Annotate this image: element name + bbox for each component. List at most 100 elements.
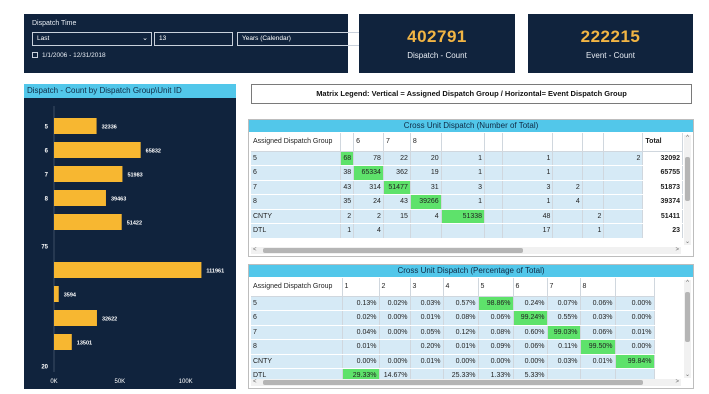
data-label: 32336: [102, 125, 117, 131]
filter-title: Dispatch Time: [32, 20, 77, 27]
column-header-cell[interactable]: [552, 133, 583, 152]
row-label-cell: CNTY: [251, 209, 342, 224]
scroll-down-icon[interactable]: ⌄: [684, 372, 691, 378]
row-header-cell[interactable]: Assigned Dispatch Group: [251, 133, 342, 152]
period-unit-select[interactable]: Years (Calendar) ⌄: [237, 32, 365, 46]
table-cell: 2: [353, 209, 384, 224]
table-cell: 0.60%: [513, 325, 548, 340]
table-cell: 15: [383, 209, 411, 224]
category-label: 8: [45, 197, 49, 203]
scroll-left-icon[interactable]: <: [253, 379, 257, 386]
bar: [54, 286, 59, 302]
scrollbar-thumb[interactable]: [263, 248, 523, 253]
column-header-cell[interactable]: 5: [478, 278, 514, 297]
table-cell: 3: [502, 180, 554, 195]
column-header-cell[interactable]: [615, 278, 655, 297]
x-tick-label: 50K: [114, 379, 125, 385]
table-cell: 0.00%: [443, 354, 479, 369]
table-cell: 0.57%: [443, 296, 479, 311]
table-cell: 0.01%: [410, 354, 444, 369]
table-row: 6 38 65334 362 19 1 1 65755: [251, 165, 683, 181]
bar: [54, 166, 123, 182]
row-label-cell: 6: [251, 165, 342, 181]
column-header-cell[interactable]: 1: [342, 278, 380, 297]
table-cell: 48: [502, 209, 554, 224]
table-cell: 0.00%: [478, 354, 514, 369]
table-cell: 51477: [383, 180, 411, 195]
column-header-cell[interactable]: Total: [642, 133, 683, 152]
scroll-right-icon[interactable]: >: [675, 379, 679, 386]
table-cell: 1: [441, 151, 486, 166]
relative-period-select[interactable]: Last ⌄: [32, 32, 152, 46]
table-cell: 1: [502, 151, 554, 166]
table-cell: 20: [410, 151, 442, 166]
event-count-caption: Event - Count: [586, 51, 635, 60]
column-header-cell[interactable]: [502, 133, 554, 152]
scrollbar-thumb[interactable]: [263, 380, 643, 385]
table-cell: 78: [353, 151, 384, 166]
column-header-cell[interactable]: 8: [580, 278, 616, 297]
table-cell: 1: [441, 165, 486, 181]
table-cell: [582, 194, 605, 210]
column-header-cell[interactable]: [484, 133, 503, 152]
row-label-cell: 8: [251, 194, 342, 210]
column-header-cell[interactable]: [441, 133, 486, 152]
scroll-down-icon[interactable]: ⌄: [684, 239, 691, 245]
scroll-up-icon[interactable]: ^: [684, 280, 691, 286]
table-cell: 0.06%: [580, 325, 616, 340]
table-cell: 99.24%: [513, 310, 548, 326]
bar-chart-title: Dispatch - Count by Dispatch Group\Unit …: [24, 84, 236, 98]
table-cell: 43: [340, 180, 355, 195]
table-cell: [582, 151, 605, 166]
table-cell: 51338: [441, 209, 486, 224]
column-header-cell[interactable]: 4: [443, 278, 479, 297]
scroll-right-icon[interactable]: >: [675, 247, 679, 254]
row-label-cell: 8: [251, 339, 343, 355]
table-cell: 0.00%: [379, 325, 411, 340]
bar-chart: 5 32336 6 65832 7 51983 8 39463 51422 75 111961 359…: [41, 106, 224, 385]
table-cell: 19: [410, 165, 442, 181]
column-header-cell[interactable]: 3: [410, 278, 444, 297]
scroll-left-icon[interactable]: <: [253, 247, 257, 254]
period-count-input[interactable]: 13: [154, 32, 233, 46]
table-cell: 2: [340, 209, 355, 224]
count-matrix-scroll-area[interactable]: Assigned Dispatch Group 6 7 8 Total 5 68 78 22 20…: [251, 133, 683, 249]
column-header-cell[interactable]: 2: [379, 278, 411, 297]
scrollbar-thumb[interactable]: [685, 292, 690, 342]
column-header-cell[interactable]: 8: [410, 133, 442, 152]
table-cell: 0.06%: [580, 296, 616, 311]
column-header-cell[interactable]: 7: [547, 278, 581, 297]
column-header-cell[interactable]: 6: [513, 278, 548, 297]
table-cell: [552, 223, 583, 239]
percentage-matrix-scroll-area[interactable]: Assigned Dispatch Group 1 2 3 4 5 6 7 8 5 0.13% 0.0…: [251, 278, 683, 382]
column-header-cell[interactable]: [582, 133, 605, 152]
table-cell: 1: [441, 194, 486, 210]
data-label: 39463: [111, 197, 126, 203]
table-cell: 43: [383, 194, 411, 210]
data-label: 13501: [77, 341, 92, 347]
table-cell: 98.86%: [478, 296, 514, 311]
row-label-cell: 5: [251, 296, 343, 311]
table-cell: 32092: [642, 151, 683, 166]
matrix-legend: Matrix Legend: Vertical = Assigned Dispa…: [251, 84, 692, 104]
percentage-matrix-vertical-scrollbar[interactable]: ^ ⌄: [684, 280, 691, 378]
bar: [54, 214, 122, 230]
table-cell: [484, 180, 503, 195]
scrollbar-thumb[interactable]: [685, 157, 690, 201]
column-header-cell[interactable]: [340, 133, 355, 152]
event-count-card: 222215 Event - Count: [528, 14, 693, 73]
column-header-cell[interactable]: 7: [383, 133, 411, 152]
column-header-cell[interactable]: 6: [353, 133, 384, 152]
percentage-matrix-horizontal-scrollbar[interactable]: < >: [251, 379, 681, 386]
count-matrix-horizontal-scrollbar[interactable]: < >: [251, 247, 681, 254]
count-matrix-vertical-scrollbar[interactable]: ^ ⌄: [684, 135, 691, 245]
table-cell: [484, 223, 503, 239]
table-cell: 23: [642, 223, 683, 239]
table-cell: 51873: [642, 180, 683, 195]
row-header-cell[interactable]: Assigned Dispatch Group: [251, 278, 343, 297]
column-header-cell[interactable]: [603, 133, 644, 152]
scroll-up-icon[interactable]: ^: [684, 135, 691, 141]
date-range-checkbox[interactable]: 1/1/2006 - 12/31/2018: [32, 52, 106, 59]
table-row: 8 0.01% 0.20% 0.01% 0.09% 0.06% 0.11% 99.50% 0.0…: [251, 339, 655, 355]
data-label: 51983: [127, 173, 142, 179]
